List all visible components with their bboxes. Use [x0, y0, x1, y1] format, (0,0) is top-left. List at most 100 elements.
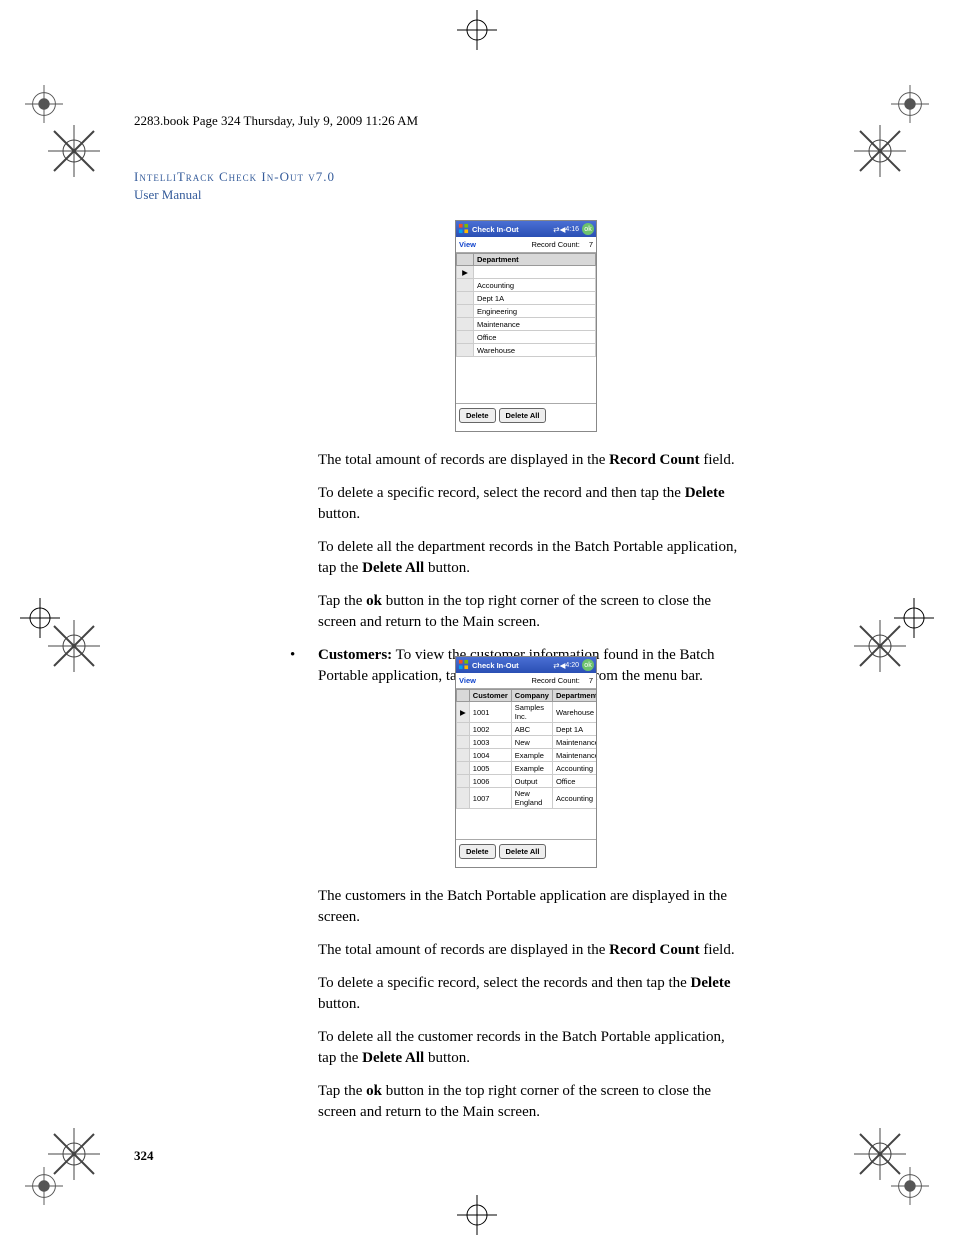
cell-department: Engineering	[474, 305, 596, 318]
table-row[interactable]: 1006OutputOffice	[457, 775, 597, 788]
screenshot-departments: Check In-Out ⇄ ◀ 4:16 ok View Record Cou…	[455, 220, 597, 432]
menu-bar: View Record Count: 7	[456, 673, 596, 689]
ok-button[interactable]: ok	[582, 223, 594, 235]
cell: ABC	[511, 723, 552, 736]
cell-department: Maintenance	[474, 318, 596, 331]
cell: New England	[511, 788, 552, 809]
row-selector[interactable]: ▶	[457, 702, 470, 723]
col-department[interactable]: Department	[474, 254, 596, 266]
cell-department	[474, 266, 596, 279]
clock-text: 4:16	[565, 226, 579, 233]
printer-mark-icon	[891, 85, 929, 123]
cell: 1001	[469, 702, 511, 723]
crosshair-icon	[854, 125, 906, 177]
registration-mark-icon	[457, 1195, 497, 1235]
crosshair-icon	[48, 1128, 100, 1180]
row-selector[interactable]	[457, 331, 474, 344]
cell-department: Office	[474, 331, 596, 344]
table-row[interactable]: Warehouse	[457, 344, 596, 357]
crosshair-icon	[854, 1128, 906, 1180]
table-row[interactable]: ▶	[457, 266, 596, 279]
record-count-value: 7	[589, 240, 593, 249]
cell: 1003	[469, 736, 511, 749]
cell-department: Accounting	[474, 279, 596, 292]
window-title: Check In-Out	[472, 661, 553, 670]
book-header: 2283.book Page 324 Thursday, July 9, 200…	[134, 113, 418, 129]
screenshot-customers: Check In-Out ⇄ ◀ 4:20 ok View Record Cou…	[455, 656, 597, 868]
cell: Example	[511, 749, 552, 762]
data-grid[interactable]: Department▶AccountingDept 1AEngineeringM…	[456, 253, 596, 403]
record-count-value: 7	[589, 676, 593, 685]
title-bar: Check In-Out ⇄ ◀ 4:16 ok	[456, 221, 596, 237]
table-row[interactable]: ▶1001Samples Inc.Warehouse	[457, 702, 597, 723]
cell-department: Warehouse	[474, 344, 596, 357]
record-count-label: Record Count:	[531, 240, 579, 249]
col-department[interactable]: Department	[552, 690, 596, 702]
cell: Example	[511, 762, 552, 775]
windows-icon	[458, 659, 469, 672]
cell: Maintenance	[552, 736, 596, 749]
row-selector[interactable]	[457, 723, 470, 736]
registration-mark-icon	[457, 10, 497, 50]
printer-mark-icon	[25, 85, 63, 123]
row-selector[interactable]	[457, 318, 474, 331]
cell: New	[511, 736, 552, 749]
document-page: 2283.book Page 324 Thursday, July 9, 200…	[0, 0, 954, 1235]
cell: 1007	[469, 788, 511, 809]
ok-button[interactable]: ok	[582, 659, 594, 671]
cell: Output	[511, 775, 552, 788]
windows-icon	[458, 223, 469, 236]
row-selector[interactable]	[457, 344, 474, 357]
cell: 1002	[469, 723, 511, 736]
cell: Dept 1A	[552, 723, 596, 736]
view-menu[interactable]: View	[459, 240, 476, 249]
cell: 1006	[469, 775, 511, 788]
row-selector[interactable]	[457, 305, 474, 318]
window-title: Check In-Out	[472, 225, 553, 234]
table-row[interactable]: Maintenance	[457, 318, 596, 331]
cell: Accounting	[552, 788, 596, 809]
cell: Office	[552, 775, 596, 788]
cell-department: Dept 1A	[474, 292, 596, 305]
table-row[interactable]: Engineering	[457, 305, 596, 318]
row-selector[interactable]	[457, 736, 470, 749]
product-title: IntelliTrack Check In-Out v7.0	[134, 168, 335, 186]
table-row[interactable]: 1003NewMaintenance	[457, 736, 597, 749]
table-row[interactable]: 1004ExampleMaintenance	[457, 749, 597, 762]
table-row[interactable]: Dept 1A	[457, 292, 596, 305]
delete-all-button[interactable]: Delete All	[499, 408, 547, 423]
crosshair-icon	[48, 620, 100, 672]
row-selector[interactable]	[457, 279, 474, 292]
cell: Maintenance	[552, 749, 596, 762]
data-grid[interactable]: CustomerCompanyDepartment▶1001Samples In…	[456, 689, 596, 839]
row-selector[interactable]	[457, 292, 474, 305]
table-row[interactable]: 1005ExampleAccounting	[457, 762, 597, 775]
col-company[interactable]: Company	[511, 690, 552, 702]
delete-all-button[interactable]: Delete All	[499, 844, 547, 859]
page-number: 324	[134, 1148, 154, 1164]
menu-bar: View Record Count: 7	[456, 237, 596, 253]
view-menu[interactable]: View	[459, 676, 476, 685]
row-selector[interactable]	[457, 775, 470, 788]
cell: 1005	[469, 762, 511, 775]
row-selector[interactable]	[457, 788, 470, 809]
cell: Warehouse	[552, 702, 596, 723]
cell: Samples Inc.	[511, 702, 552, 723]
delete-button[interactable]: Delete	[459, 408, 496, 423]
cell: Accounting	[552, 762, 596, 775]
table-row[interactable]: 1007New EnglandAccounting	[457, 788, 597, 809]
row-selector[interactable]	[457, 749, 470, 762]
running-head: IntelliTrack Check In-Out v7.0 User Manu…	[134, 168, 335, 204]
table-row[interactable]: 1002ABCDept 1A	[457, 723, 597, 736]
delete-button[interactable]: Delete	[459, 844, 496, 859]
col-customer[interactable]: Customer	[469, 690, 511, 702]
table-row[interactable]: Accounting	[457, 279, 596, 292]
body-text: The customers in the Batch Portable appl…	[318, 886, 738, 1135]
row-selector[interactable]: ▶	[457, 266, 474, 279]
cell: 1004	[469, 749, 511, 762]
crosshair-icon	[854, 620, 906, 672]
crosshair-icon	[48, 125, 100, 177]
table-row[interactable]: Office	[457, 331, 596, 344]
row-selector[interactable]	[457, 762, 470, 775]
record-count-label: Record Count:	[531, 676, 579, 685]
